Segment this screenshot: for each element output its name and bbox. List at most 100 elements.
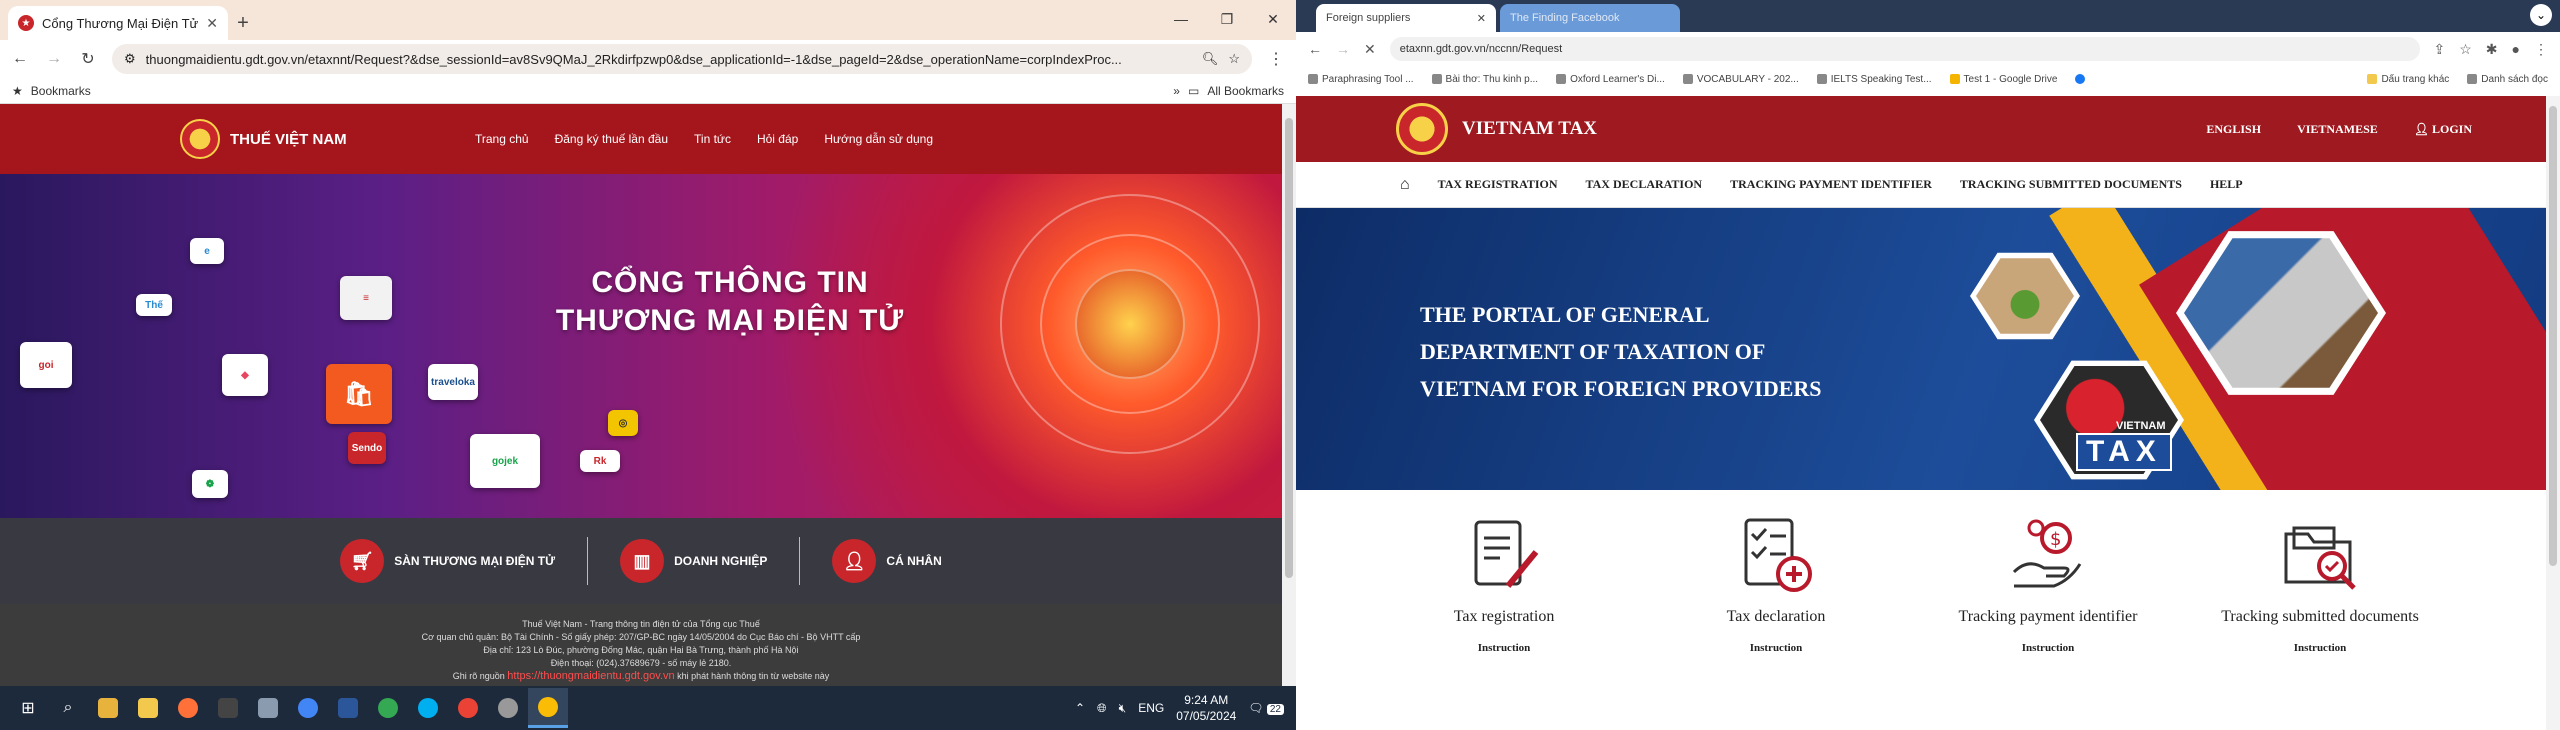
chrome-icon[interactable]: [448, 688, 488, 728]
nav-item[interactable]: Đăng ký thuế lần đầu: [555, 132, 668, 146]
new-tab-button[interactable]: +: [228, 6, 258, 40]
banner-title: CỔNG THÔNG TIN THƯƠNG MẠI ĐIỆN TỬ: [530, 264, 930, 340]
menu-icon[interactable]: ⋮: [1266, 49, 1286, 69]
word-icon[interactable]: [328, 688, 368, 728]
nav-item[interactable]: Hướng dẫn sử dụng: [824, 132, 933, 146]
category-label: SÀN THƯƠNG MẠI ĐIỆN TỬ: [394, 554, 556, 568]
tab-search-dropdown-icon[interactable]: ⌄: [2530, 4, 2552, 26]
chrome-icon[interactable]: [288, 688, 328, 728]
bookmark-star-icon[interactable]: ☆: [2459, 41, 2472, 58]
service-tracking-documents[interactable]: Tracking submitted documents Instruction: [2184, 516, 2456, 654]
windows-start-icon[interactable]: ⊞: [8, 688, 48, 728]
bookmark-item[interactable]: VOCABULARY - 202...: [1682, 73, 1799, 85]
site-brand[interactable]: THUẾ VIỆT NAM: [230, 131, 375, 148]
bookmark-item[interactable]: Paraphrasing Tool ...: [1308, 74, 1414, 85]
nav-tax-declaration[interactable]: TAX DECLARATION: [1586, 177, 1703, 192]
home-icon[interactable]: ⌂: [1400, 176, 1410, 194]
nav-help[interactable]: HELP: [2210, 177, 2243, 192]
facebook-bookmark[interactable]: [2075, 74, 2086, 84]
forward-icon[interactable]: →: [1336, 41, 1350, 57]
nav-item[interactable]: Hỏi đáp: [757, 132, 798, 146]
hand-coin-icon: $: [2012, 519, 2082, 588]
scrollbar-thumb[interactable]: [2549, 106, 2557, 566]
reload-icon[interactable]: ↻: [78, 49, 98, 69]
minimize-icon[interactable]: —: [1158, 0, 1204, 38]
chevron-up-icon[interactable]: ⌃: [1075, 701, 1085, 715]
address-bar[interactable]: ⚙ thuongmaidientu.gdt.gov.vn/etaxnnt/Req…: [112, 44, 1252, 74]
right-scrollbar[interactable]: [2546, 96, 2560, 730]
overflow-chevron-icon[interactable]: »: [1173, 84, 1180, 98]
zoom-icon[interactable]: 🔍︎: [1202, 51, 1219, 67]
service-tracking-payment[interactable]: $ Tracking payment identifier Instructio…: [1912, 516, 2184, 654]
site-brand[interactable]: VIETNAM TAX: [1462, 118, 1597, 140]
file-explorer-icon[interactable]: [128, 688, 168, 728]
reading-list[interactable]: Danh sách đọc: [2467, 74, 2548, 85]
stop-loading-icon[interactable]: ✕: [1364, 41, 1376, 58]
app-logo-chip: Thế: [136, 294, 172, 316]
all-bookmarks[interactable]: All Bookmarks: [1207, 84, 1284, 98]
firefox-icon[interactable]: [168, 688, 208, 728]
app-icon[interactable]: [208, 688, 248, 728]
login-link[interactable]: 👤︎ LOGIN: [2414, 122, 2472, 137]
bookmarks-label[interactable]: Bookmarks: [31, 84, 91, 98]
site-info-icon[interactable]: ⚙: [124, 51, 136, 67]
nav-item[interactable]: Tin tức: [694, 132, 731, 146]
tax-emblem-logo[interactable]: [180, 119, 220, 159]
notification-icon[interactable]: 🗨︎ 22: [1248, 701, 1284, 715]
site-nav: Trang chủ Đăng ký thuế lần đầu Tin tức H…: [475, 132, 933, 146]
clock[interactable]: 9:24 AM 07/05/2024: [1176, 692, 1236, 724]
back-icon[interactable]: ←: [1308, 41, 1322, 57]
bookmark-item[interactable]: Oxford Learner's Di...: [1556, 74, 1665, 85]
close-tab-icon[interactable]: ✕: [1477, 12, 1486, 25]
close-tab-icon[interactable]: ✕: [206, 15, 218, 32]
instruction-link[interactable]: Instruction: [2022, 642, 2075, 654]
bookmark-item[interactable]: Bài thơ: Thu kinh p...: [1431, 74, 1538, 85]
task-app-icon[interactable]: [88, 688, 128, 728]
address-bar[interactable]: etaxnn.gdt.gov.vn/nccnn/Request: [1389, 37, 2420, 61]
chrome-active-icon[interactable]: [528, 688, 568, 728]
nav-item[interactable]: Trang chủ: [475, 132, 529, 146]
restore-icon[interactable]: ❐: [1204, 0, 1250, 38]
search-icon[interactable]: ⌕: [48, 688, 88, 728]
lang-vietnamese[interactable]: VIETNAMESE: [2297, 122, 2378, 137]
instruction-link[interactable]: Instruction: [1478, 642, 1531, 654]
profile-avatar[interactable]: ●: [2512, 41, 2520, 57]
share-icon[interactable]: ⇪: [2434, 41, 2446, 58]
reading-list-icon: [2467, 74, 2478, 84]
globe-icon[interactable]: 🌐︎: [1097, 701, 1107, 716]
nav-tracking-payment[interactable]: TRACKING PAYMENT IDENTIFIER: [1730, 177, 1932, 192]
app-icon[interactable]: [488, 688, 528, 728]
category-individual[interactable]: 👤︎ CÁ NHÂN: [818, 539, 955, 583]
menu-icon[interactable]: ⋮: [2534, 41, 2548, 58]
volume-mute-icon[interactable]: 🔇︎: [1119, 701, 1127, 716]
category-ecommerce[interactable]: 🛒︎ SÀN THƯƠNG MẠI ĐIỆN TỬ: [326, 539, 569, 583]
skype-icon[interactable]: [408, 688, 448, 728]
other-bookmarks[interactable]: Dấu trang khác: [2367, 74, 2449, 85]
chrome-icon[interactable]: [368, 688, 408, 728]
left-scrollbar[interactable]: [1282, 104, 1296, 686]
right-inactive-tab[interactable]: The Finding Facebook: [1500, 4, 1680, 32]
extension-icon[interactable]: ✱: [2486, 41, 2498, 58]
right-active-tab[interactable]: Foreign suppliers ✕: [1316, 4, 1496, 32]
bookmark-item[interactable]: IELTS Speaking Test...: [1816, 74, 1932, 85]
bookmark-item[interactable]: Test 1 - Google Drive: [1949, 74, 2057, 85]
forward-icon[interactable]: →: [44, 50, 64, 68]
footer-source-link[interactable]: https://thuongmaidientu.gdt.gov.vn: [507, 670, 674, 682]
close-window-icon[interactable]: ✕: [1250, 0, 1296, 38]
instruction-link[interactable]: Instruction: [1750, 642, 1803, 654]
left-active-tab[interactable]: ★ Cổng Thương Mại Điện Tử ✕: [8, 6, 228, 40]
nav-tracking-documents[interactable]: TRACKING SUBMITTED DOCUMENTS: [1960, 177, 2182, 192]
service-tax-declaration[interactable]: Tax declaration Instruction: [1640, 516, 1912, 654]
bookmark-star-icon[interactable]: ☆: [1228, 51, 1240, 67]
bookmark-label: VOCABULARY - 202...: [1696, 73, 1799, 85]
tax-emblem-logo[interactable]: [1396, 103, 1448, 155]
input-language[interactable]: ENG: [1138, 701, 1164, 715]
instruction-link[interactable]: Instruction: [2294, 642, 2347, 654]
lang-english[interactable]: ENGLISH: [2206, 122, 2261, 137]
nav-tax-registration[interactable]: TAX REGISTRATION: [1438, 177, 1558, 192]
scrollbar-thumb[interactable]: [1285, 118, 1293, 578]
app-icon[interactable]: [248, 688, 288, 728]
back-icon[interactable]: ←: [10, 50, 30, 68]
category-business[interactable]: ▥ DOANH NGHIỆP: [606, 539, 781, 583]
service-tax-registration[interactable]: Tax registration Instruction: [1368, 516, 1640, 654]
